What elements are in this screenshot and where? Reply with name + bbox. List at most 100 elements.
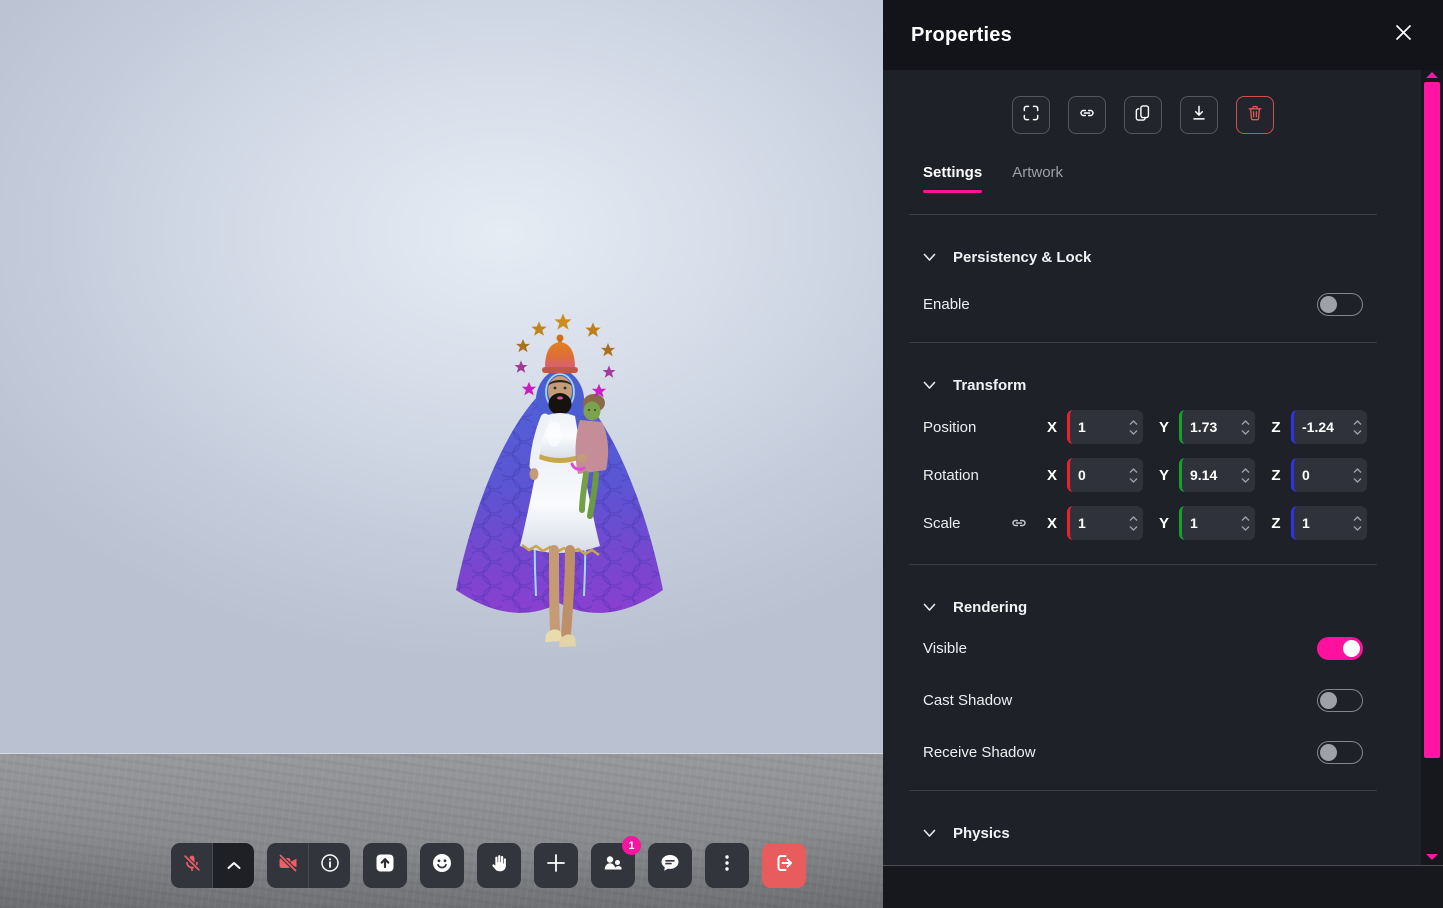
position-y-field (1179, 410, 1255, 444)
spinner[interactable] (1353, 420, 1362, 435)
scrollbar-up-arrow-icon[interactable] (1426, 72, 1438, 78)
rotation-y-field (1179, 458, 1255, 492)
statue-3d-object[interactable] (442, 298, 677, 673)
position-row: Position X Y Z (923, 410, 1363, 444)
scale-x-input[interactable] (1078, 515, 1129, 531)
spinner[interactable] (1353, 516, 1362, 531)
cast-shadow-row: Cast Shadow (923, 688, 1363, 712)
rotation-y-input[interactable] (1190, 467, 1241, 483)
section-persistency-header[interactable]: Persistency & Lock (923, 249, 1363, 266)
section-transform-header[interactable]: Transform (923, 377, 1363, 394)
receive-shadow-row: Receive Shadow (923, 740, 1363, 764)
spinner-up-icon (1241, 468, 1250, 474)
add-button[interactable] (534, 843, 578, 888)
position-z-input[interactable] (1302, 419, 1353, 435)
3d-viewport[interactable]: 1 (0, 0, 883, 908)
spinner-down-icon (1353, 525, 1362, 531)
spinner[interactable] (1241, 420, 1250, 435)
spinner[interactable] (1129, 420, 1138, 435)
duplicate-button[interactable] (1124, 96, 1162, 134)
position-x-field (1067, 410, 1143, 444)
scale-link-toggle[interactable] (1009, 513, 1045, 533)
position-x-input[interactable] (1078, 419, 1129, 435)
focus-object-button[interactable] (1012, 96, 1050, 134)
focus-icon (1021, 103, 1041, 128)
spinner-up-icon (1129, 420, 1138, 426)
rotation-row: Rotation X Y Z (923, 458, 1363, 492)
audio-options-button[interactable] (212, 843, 254, 888)
spinner-up-icon (1241, 420, 1250, 426)
microphone-mute-button[interactable] (171, 843, 212, 888)
more-options-button[interactable] (705, 843, 749, 888)
spinner-up-icon (1129, 516, 1138, 522)
receive-shadow-label: Receive Shadow (923, 744, 1036, 761)
position-y-input[interactable] (1190, 419, 1241, 435)
spinner-down-icon (1241, 477, 1250, 483)
info-icon (320, 853, 340, 878)
axis-x-label: X (1045, 467, 1059, 484)
scale-y-input[interactable] (1190, 515, 1241, 531)
rotation-z-input[interactable] (1302, 467, 1353, 483)
spinner[interactable] (1241, 516, 1250, 531)
camera-group (267, 843, 350, 888)
section-title: Transform (953, 377, 1026, 394)
scrollbar-down-arrow-icon[interactable] (1426, 854, 1438, 860)
panel-tabs: Settings Artwork (923, 164, 1363, 193)
visible-row: Visible (923, 636, 1363, 660)
microphone-muted-icon (181, 852, 203, 879)
spinner[interactable] (1129, 516, 1138, 531)
participants-button[interactable]: 1 (591, 843, 635, 888)
chat-bubble-icon (658, 851, 682, 880)
duplicate-icon (1133, 103, 1153, 128)
panel-scrollbar[interactable] (1421, 70, 1443, 866)
cast-shadow-toggle[interactable] (1317, 689, 1363, 712)
spinner-down-icon (1241, 429, 1250, 435)
screen-share-icon (373, 851, 397, 880)
spinner-up-icon (1129, 468, 1138, 474)
spinner-down-icon (1129, 525, 1138, 531)
camera-mute-button[interactable] (267, 843, 308, 888)
link-icon (1077, 103, 1097, 128)
chevron-up-icon (227, 857, 241, 875)
spinner[interactable] (1353, 468, 1362, 483)
tab-artwork[interactable]: Artwork (1012, 164, 1063, 193)
enable-toggle[interactable] (1317, 293, 1363, 316)
scale-z-input[interactable] (1302, 515, 1353, 531)
scrollbar-thumb[interactable] (1424, 82, 1440, 758)
chat-button[interactable] (648, 843, 692, 888)
panel-footer (883, 865, 1443, 908)
receive-shadow-toggle[interactable] (1317, 741, 1363, 764)
panel-title: Properties (911, 24, 1012, 47)
axis-y-label: Y (1157, 515, 1171, 532)
download-button[interactable] (1180, 96, 1218, 134)
spinner[interactable] (1241, 468, 1250, 483)
rotation-z-field (1291, 458, 1367, 492)
leave-button[interactable] (762, 843, 806, 888)
microphone-group (171, 843, 254, 888)
spinner[interactable] (1129, 468, 1138, 483)
raise-hand-button[interactable] (477, 843, 521, 888)
rotation-x-field (1067, 458, 1143, 492)
tab-settings[interactable]: Settings (923, 164, 982, 193)
copy-link-button[interactable] (1068, 96, 1106, 134)
info-button[interactable] (308, 843, 350, 888)
reactions-button[interactable] (420, 843, 464, 888)
chevron-down-icon (923, 829, 936, 838)
rotation-x-input[interactable] (1078, 467, 1129, 483)
visible-toggle[interactable] (1317, 637, 1363, 660)
leave-exit-icon (772, 851, 796, 880)
hand-icon (488, 852, 510, 879)
spinner-up-icon (1241, 516, 1250, 522)
participants-icon (601, 851, 625, 880)
delete-button[interactable] (1236, 96, 1274, 134)
close-button[interactable] (1391, 23, 1415, 47)
section-rendering-header[interactable]: Rendering (923, 599, 1363, 616)
smiley-icon (430, 851, 454, 880)
section-divider (909, 790, 1377, 791)
section-divider (909, 564, 1377, 565)
section-physics-header[interactable]: Physics (923, 825, 1363, 842)
viewport-toolbar: 1 (171, 843, 806, 888)
screen-share-button[interactable] (363, 843, 407, 888)
link-icon (1009, 513, 1029, 533)
section-title: Physics (953, 825, 1010, 842)
